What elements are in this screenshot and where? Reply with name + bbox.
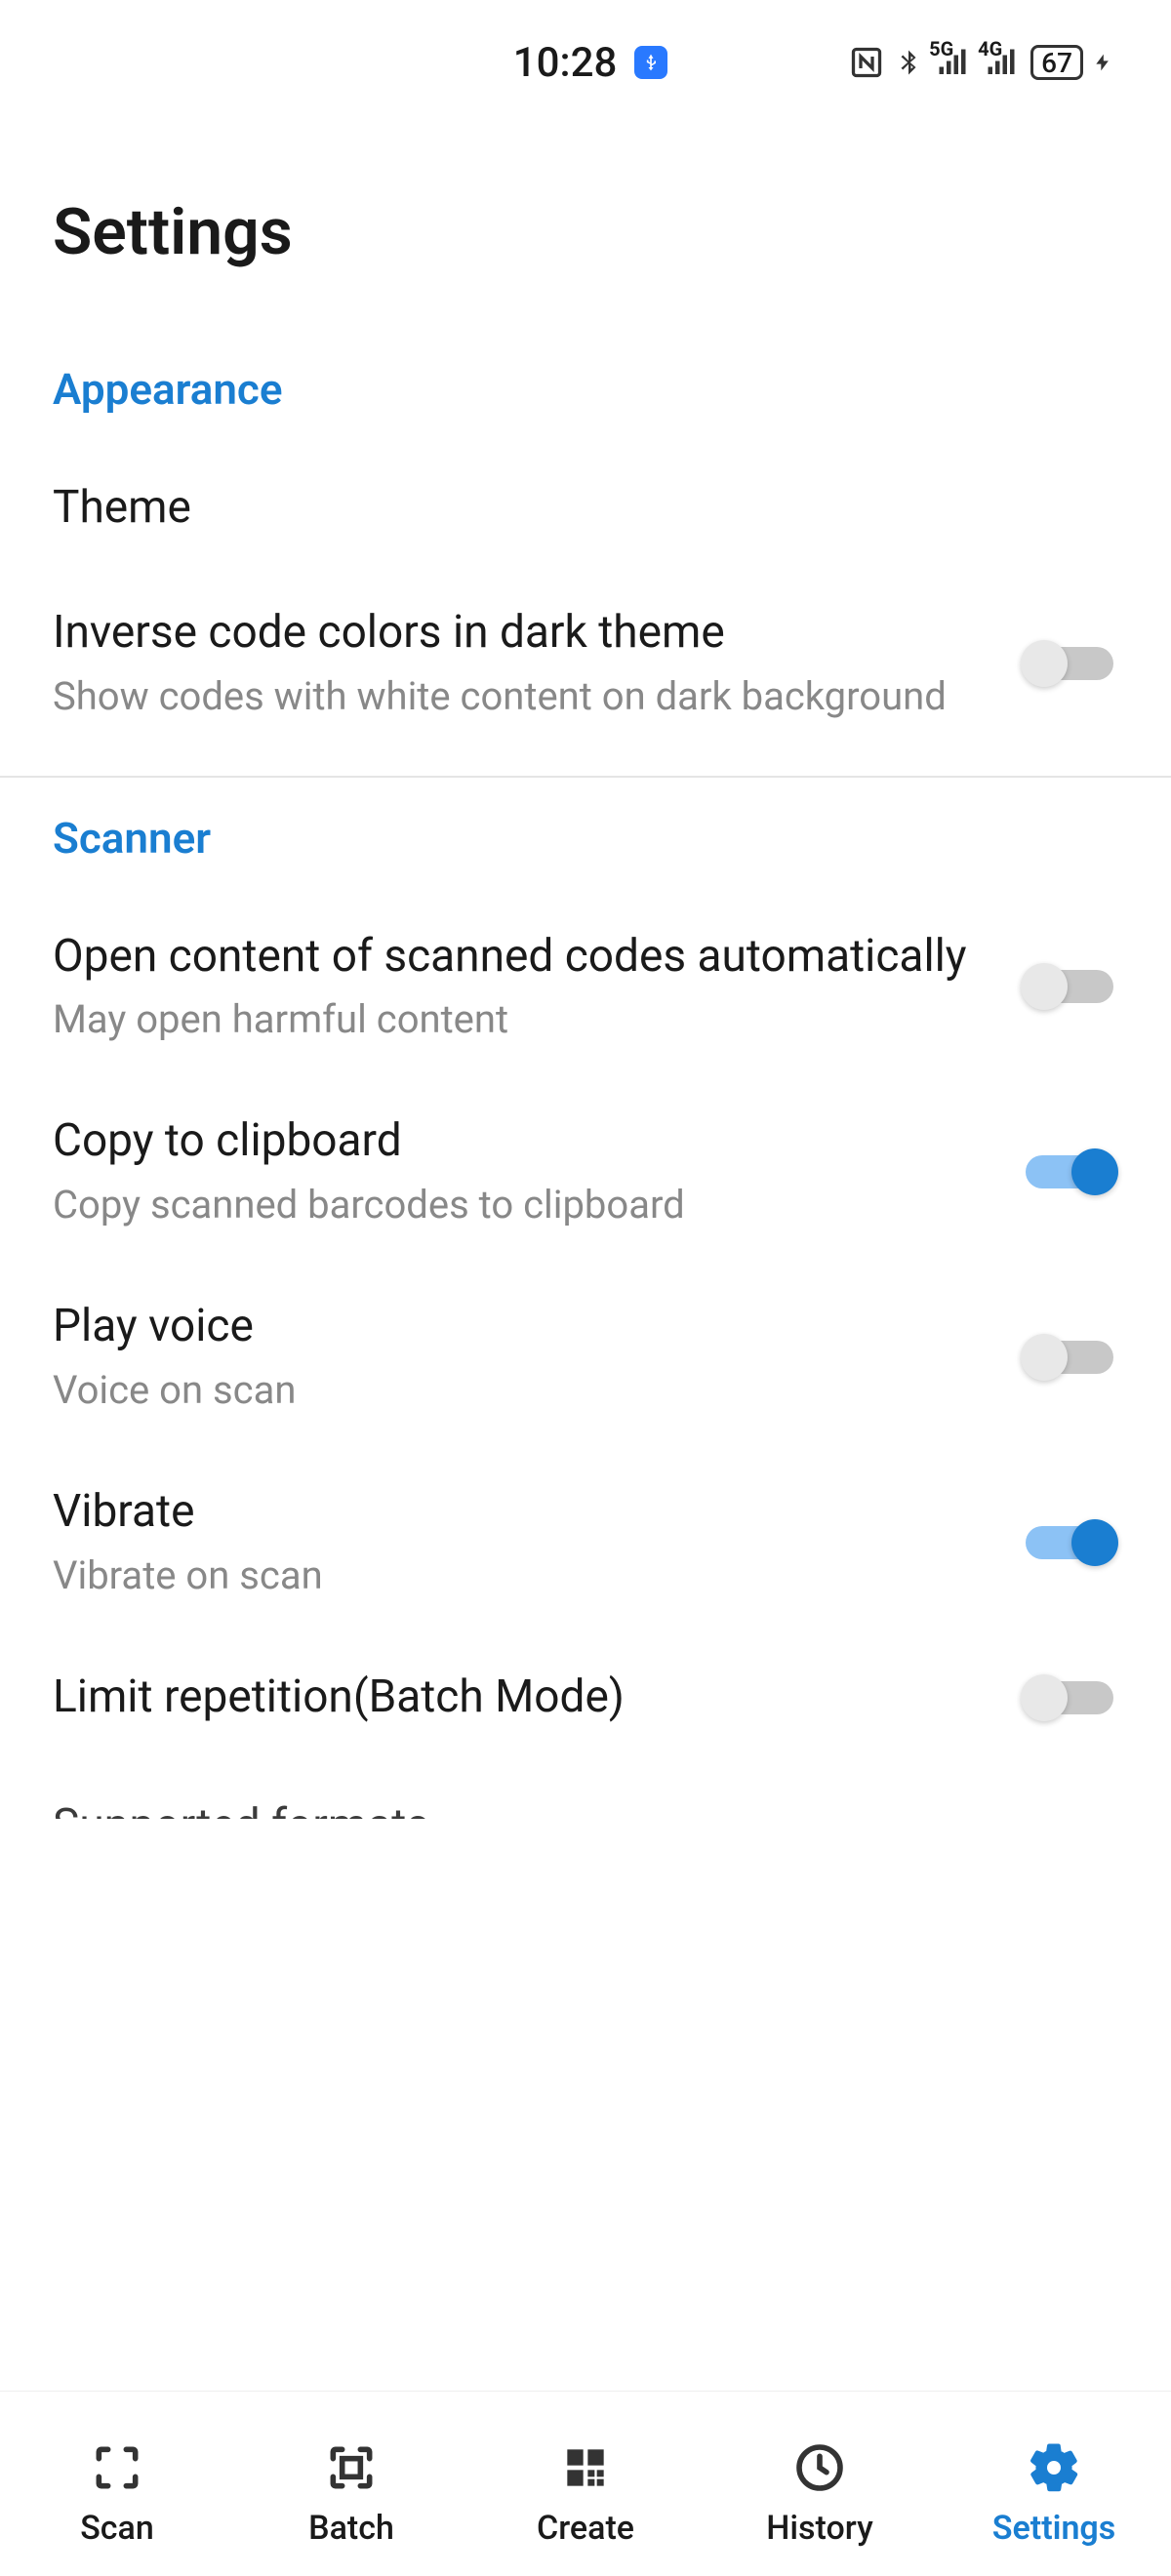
setting-vibrate-title: Vibrate <box>53 1483 991 1542</box>
batch-icon <box>322 2438 381 2497</box>
nav-settings-label: Settings <box>992 2509 1116 2548</box>
toggle-copy-clipboard[interactable] <box>1021 1148 1118 1195</box>
settings-icon <box>1025 2438 1083 2497</box>
section-scanner-header: Scanner <box>0 778 1171 895</box>
setting-voice-title: Play voice <box>53 1298 991 1356</box>
nav-batch-label: Batch <box>308 2509 394 2548</box>
toggle-inverse-colors[interactable] <box>1021 640 1118 687</box>
nav-create-label: Create <box>537 2509 634 2548</box>
scan-icon <box>88 2438 146 2497</box>
toggle-limit-repetition[interactable] <box>1021 1674 1118 1721</box>
setting-copy-subtitle: Copy scanned barcodes to clipboard <box>53 1179 991 1231</box>
bluetooth-icon <box>894 45 923 80</box>
charging-icon <box>1093 45 1112 80</box>
nav-history[interactable]: History <box>703 2392 937 2576</box>
page-title: Settings <box>0 98 1171 329</box>
status-bar: 10:28 5G 4G 67 <box>0 0 1171 98</box>
battery-indicator: 67 <box>1030 45 1083 80</box>
setting-play-voice[interactable]: Play voice Voice on scan <box>0 1265 1171 1450</box>
history-icon <box>790 2438 849 2497</box>
create-icon <box>556 2438 615 2497</box>
setting-voice-subtitle: Voice on scan <box>53 1364 991 1417</box>
setting-open-title: Open content of scanned codes automatica… <box>53 928 991 986</box>
setting-inverse-subtitle: Show codes with white content on dark ba… <box>53 670 991 723</box>
usb-icon <box>634 46 667 79</box>
nav-settings[interactable]: Settings <box>937 2392 1171 2576</box>
signal-5g-icon: 5G <box>933 45 972 80</box>
nav-scan[interactable]: Scan <box>0 2392 234 2576</box>
nav-create[interactable]: Create <box>468 2392 703 2576</box>
nav-batch[interactable]: Batch <box>234 2392 468 2576</box>
setting-vibrate[interactable]: Vibrate Vibrate on scan <box>0 1450 1171 1635</box>
setting-inverse-title: Inverse code colors in dark theme <box>53 604 991 663</box>
toggle-open-content[interactable] <box>1021 963 1118 1010</box>
setting-theme-title: Theme <box>53 479 1089 538</box>
setting-copy-clipboard[interactable]: Copy to clipboard Copy scanned barcodes … <box>0 1079 1171 1265</box>
setting-theme[interactable]: Theme <box>0 446 1171 571</box>
setting-open-subtitle: May open harmful content <box>53 993 991 1046</box>
setting-supported-formats[interactable]: Supported formats <box>0 1760 1171 1819</box>
setting-limit-repetition[interactable]: Limit repetition(Batch Mode) <box>0 1635 1171 1760</box>
status-time: 10:28 <box>513 39 618 87</box>
setting-limit-title: Limit repetition(Batch Mode) <box>53 1669 991 1727</box>
toggle-vibrate[interactable] <box>1021 1519 1118 1566</box>
bottom-nav: Scan Batch Create History Settings <box>0 2391 1171 2576</box>
setting-vibrate-subtitle: Vibrate on scan <box>53 1550 991 1602</box>
nav-history-label: History <box>766 2509 872 2548</box>
section-appearance-header: Appearance <box>0 329 1171 446</box>
toggle-play-voice[interactable] <box>1021 1334 1118 1381</box>
nav-scan-label: Scan <box>80 2509 154 2548</box>
setting-copy-title: Copy to clipboard <box>53 1112 991 1171</box>
setting-open-content[interactable]: Open content of scanned codes automatica… <box>0 895 1171 1080</box>
nfc-icon <box>849 45 884 80</box>
setting-inverse-colors[interactable]: Inverse code colors in dark theme Show c… <box>0 571 1171 756</box>
signal-4g-icon: 4G <box>982 45 1021 80</box>
